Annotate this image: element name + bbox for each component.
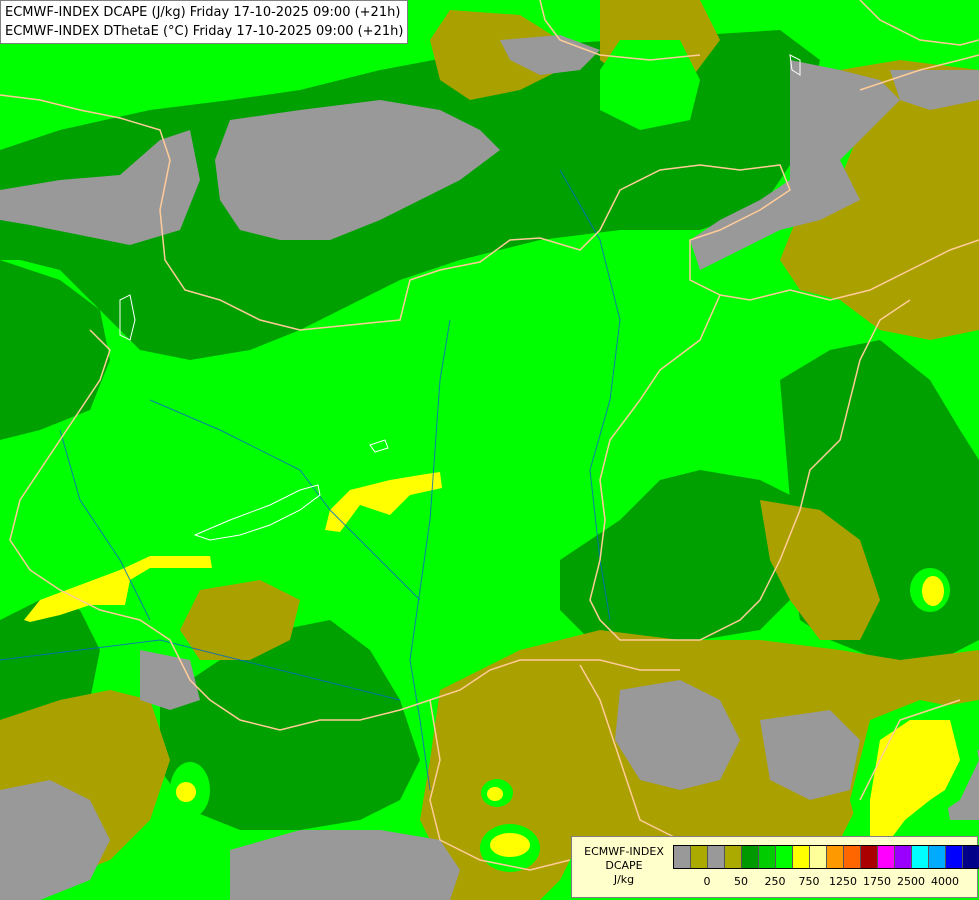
legend-parameter: DCAPE <box>605 859 643 872</box>
legend-swatch <box>776 846 793 868</box>
legend-tick-label: 0 <box>703 875 711 888</box>
legend-swatch <box>674 846 691 868</box>
legend-swatch <box>929 846 946 868</box>
title-line-2: ECMWF-INDEX DThetaE (°C) Friday 17-10-20… <box>5 24 404 39</box>
legend-ticks: 0 50 250 750 1250 1750 2500 4000 <box>673 875 973 889</box>
legend-swatch <box>691 846 708 868</box>
legend-swatch <box>878 846 895 868</box>
legend-swatch <box>810 846 827 868</box>
legend-tick-label: 1250 <box>829 875 857 888</box>
legend-swatches <box>673 845 979 869</box>
legend-swatch <box>844 846 861 868</box>
legend-model: ECMWF-INDEX <box>584 845 664 858</box>
legend-tick-label: 4000 <box>931 875 959 888</box>
legend-swatch <box>742 846 759 868</box>
dcape-map <box>0 0 979 900</box>
legend-swatch <box>946 846 963 868</box>
legend-swatch <box>827 846 844 868</box>
legend-swatch <box>895 846 912 868</box>
color-legend: ECMWF-INDEX DCAPE J/kg 0 50 250 750 1250 1750… <box>571 836 979 898</box>
legend-tick-label: 250 <box>764 875 786 888</box>
legend-tick-label: 50 <box>734 875 748 888</box>
legend-swatch <box>708 846 725 868</box>
map-title-box: ECMWF-INDEX DCAPE (J/kg) Friday 17-10-20… <box>0 0 409 44</box>
legend-tick-label: 750 <box>798 875 820 888</box>
legend-unit: J/kg <box>613 873 635 886</box>
legend-swatch <box>861 846 878 868</box>
title-line-1: ECMWF-INDEX DCAPE (J/kg) Friday 17-10-20… <box>5 5 401 20</box>
legend-swatch <box>793 846 810 868</box>
legend-tick-label: 1750 <box>863 875 891 888</box>
legend-swatch <box>725 846 742 868</box>
legend-title: ECMWF-INDEX DCAPE J/kg <box>576 845 672 887</box>
legend-swatch <box>963 846 979 868</box>
legend-swatch <box>912 846 929 868</box>
legend-swatch <box>759 846 776 868</box>
legend-tick-label: 2500 <box>897 875 925 888</box>
